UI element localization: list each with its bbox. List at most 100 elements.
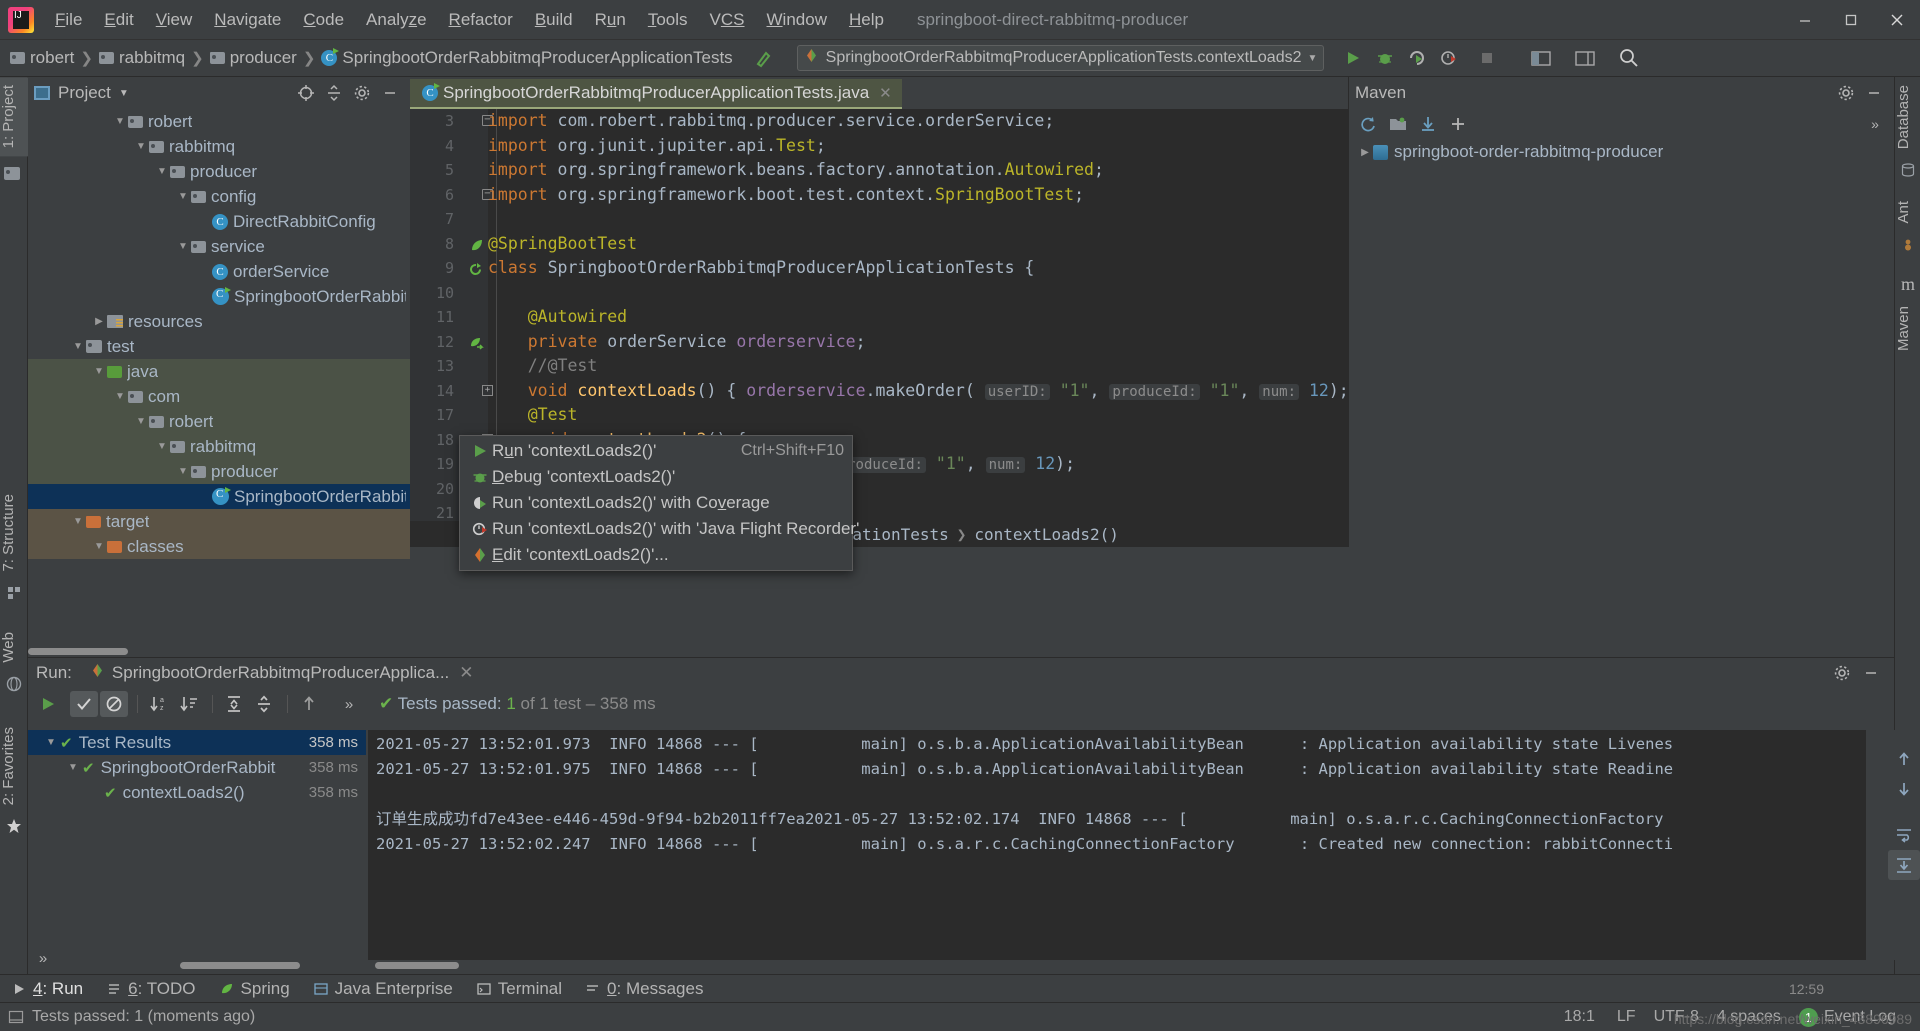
test-tree-horizontal-scrollbar[interactable]	[180, 962, 300, 969]
minimize-icon[interactable]	[1782, 0, 1828, 40]
code-line[interactable]: void contextLoads() { orderservice.makeO…	[488, 379, 1369, 404]
menu-item-run[interactable]: Run	[584, 7, 637, 33]
tree-row[interactable]: ▼ target	[28, 509, 410, 534]
project-tree[interactable]: ▼ robert ▼ rabbitmq ▼ producer ▼ config C DirectR…	[28, 109, 410, 559]
minimize-icon[interactable]	[1860, 81, 1888, 105]
editor-tab[interactable]: C SpringbootOrderRabbitmqProducerApplica…	[410, 79, 902, 109]
tool-window-tab-terminal[interactable]: Terminal	[465, 979, 574, 999]
tree-row[interactable]: ▼ rabbitmq	[28, 134, 410, 159]
tree-row[interactable]: ▼ config	[28, 184, 410, 209]
code-line[interactable]: private orderService orderservice;	[488, 330, 1369, 355]
scroll-to-end-icon[interactable]	[1888, 850, 1920, 880]
menu-item-vcs[interactable]: VCS	[699, 7, 756, 33]
menu-item-edit[interactable]: Edit	[93, 7, 144, 33]
tree-expand-arrow-down-icon[interactable]: ▼	[175, 466, 191, 477]
test-tree-row[interactable]: ▼ ✔ Test Results 358 ms	[28, 730, 366, 755]
scroll-from-source-icon[interactable]	[292, 81, 320, 105]
reload-icon[interactable]	[1353, 111, 1383, 137]
gutter-line[interactable]: 5	[410, 158, 488, 183]
tree-expand-arrow-right-icon[interactable]: ▶	[1357, 147, 1373, 158]
tool-window-tab-todo[interactable]: 6: TODO	[95, 979, 207, 999]
caret-position[interactable]: 18:1	[1564, 1008, 1595, 1026]
minimize-icon[interactable]	[1856, 661, 1886, 685]
tree-row[interactable]: SpringbootOrderRabbitmqProducerApplicati…	[28, 484, 410, 509]
code-line[interactable]: @Autowired	[488, 305, 1369, 330]
menu-item-analyze[interactable]: Analyze	[355, 7, 438, 33]
tree-row[interactable]: ▼ service	[28, 234, 410, 259]
search-everywhere-icon[interactable]	[1614, 44, 1644, 72]
hide-ignored-icon[interactable]	[100, 691, 128, 717]
tool-window-tab-run[interactable]: 4: Run	[0, 979, 95, 999]
close-icon[interactable]: ✕	[459, 663, 473, 683]
add-icon[interactable]	[1443, 111, 1473, 137]
code-line[interactable]: @Test	[488, 403, 1369, 428]
tree-expand-arrow-down-icon[interactable]: ▼	[112, 116, 128, 127]
code-line[interactable]	[488, 207, 1369, 232]
tree-expand-arrow-down-icon[interactable]: ▼	[42, 737, 60, 748]
scroll-up-icon[interactable]	[1888, 744, 1920, 774]
sort-by-duration-icon[interactable]	[175, 691, 203, 717]
breadcrumb-item-class[interactable]: C SpringbootOrderRabbitmqProducerApplica…	[321, 48, 733, 68]
code-line[interactable]: import org.springframework.boot.test.con…	[488, 183, 1369, 208]
gutter-line[interactable]: 12	[410, 330, 488, 355]
gutter-line[interactable]: 7	[410, 207, 488, 232]
tree-expand-arrow-right-icon[interactable]: ▶	[91, 316, 107, 327]
hide-panel-icon[interactable]	[376, 81, 404, 105]
maven-tree[interactable]: ▶ springboot-order-rabbitmq-producer	[1349, 139, 1894, 165]
run-icon[interactable]	[1338, 44, 1368, 72]
context-menu-item[interactable]: Run 'contextLoads2()' Ctrl+Shift+F10	[460, 438, 852, 464]
tool-window-tab-spring[interactable]: Spring	[208, 979, 302, 999]
more-run-options-icon[interactable]: »	[32, 947, 54, 969]
chevrons-icon[interactable]: »	[1860, 111, 1890, 137]
close-icon[interactable]	[1874, 0, 1920, 40]
prev-test-icon[interactable]	[295, 691, 323, 717]
editor-breadcrumb-method[interactable]: contextLoads2()	[974, 525, 1119, 544]
collapse-all-icon[interactable]	[250, 691, 278, 717]
tree-expand-arrow-down-icon[interactable]: ▼	[154, 166, 170, 177]
new-project-icon[interactable]	[1383, 111, 1413, 137]
code-line[interactable]: @SpringBootTest	[488, 232, 1369, 257]
context-menu-item[interactable]: Debug 'contextLoads2()'	[460, 464, 852, 490]
profile-icon[interactable]	[1434, 44, 1464, 72]
chevron-down-icon[interactable]: ▼	[1308, 53, 1318, 64]
code-line[interactable]: import org.junit.jupiter.api.Test;	[488, 134, 1369, 159]
gear-icon[interactable]	[1828, 661, 1856, 685]
tree-expand-arrow-down-icon[interactable]: ▼	[175, 191, 191, 202]
menu-item-window[interactable]: Window	[756, 7, 838, 33]
tree-row[interactable]: ▼ com	[28, 384, 410, 409]
gear-icon[interactable]	[1832, 81, 1860, 105]
sort-alphabetically-icon[interactable]: az	[145, 691, 173, 717]
database-icon[interactable]	[1895, 157, 1920, 183]
scroll-down-icon[interactable]	[1888, 774, 1920, 804]
tree-expand-arrow-down-icon[interactable]: ▼	[91, 366, 107, 377]
folder-icon[interactable]	[0, 160, 28, 186]
project-horizontal-scrollbar[interactable]	[28, 648, 410, 655]
breadcrumb-item-producer[interactable]: producer	[209, 48, 297, 68]
tree-row[interactable]: C DirectRabbitConfig	[28, 209, 410, 234]
menu-item-code[interactable]: Code	[292, 7, 355, 33]
maximize-icon[interactable]	[1828, 0, 1874, 40]
sidebar-item-favorites[interactable]: 2: Favorites	[0, 719, 28, 813]
context-menu-item[interactable]: Run 'contextLoads2()' with 'Java Flight …	[460, 516, 859, 542]
maven-icon[interactable]: m	[1895, 272, 1920, 298]
tree-expand-arrow-down-icon[interactable]: ▼	[112, 391, 128, 402]
test-tree-row[interactable]: ▼ ✔ SpringbootOrderRabbit 358 ms	[28, 755, 366, 780]
tree-expand-arrow-down-icon[interactable]: ▼	[175, 241, 191, 252]
context-menu-item[interactable]: Edit 'contextLoads2()'...	[460, 542, 852, 568]
expand-all-icon[interactable]	[220, 691, 248, 717]
gutter-line[interactable]: +14	[410, 379, 493, 404]
tree-expand-arrow-down-icon[interactable]: ▼	[133, 141, 149, 152]
tree-expand-arrow-down-icon[interactable]: ▼	[70, 516, 86, 527]
context-menu-item[interactable]: Run 'contextLoads2()' with Coverage	[460, 490, 852, 516]
tree-row[interactable]: ▼ java	[28, 359, 410, 384]
code-line[interactable]: //@Test	[488, 354, 1369, 379]
maven-tree-row[interactable]: ▶ springboot-order-rabbitmq-producer	[1349, 139, 1894, 165]
tool-window-tab-javaenterprise[interactable]: Java Enterprise	[302, 979, 465, 999]
tree-row[interactable]: CorderService	[28, 259, 410, 284]
sidebar-item-project[interactable]: 1: Project	[0, 77, 28, 157]
tool-window-tab-messages[interactable]: 0: Messages	[574, 979, 715, 999]
rerun-icon[interactable]	[34, 691, 62, 717]
menu-item-build[interactable]: Build	[524, 7, 584, 33]
tree-expand-arrow-down-icon[interactable]: ▼	[91, 541, 107, 552]
modules-icon[interactable]	[0, 580, 28, 606]
